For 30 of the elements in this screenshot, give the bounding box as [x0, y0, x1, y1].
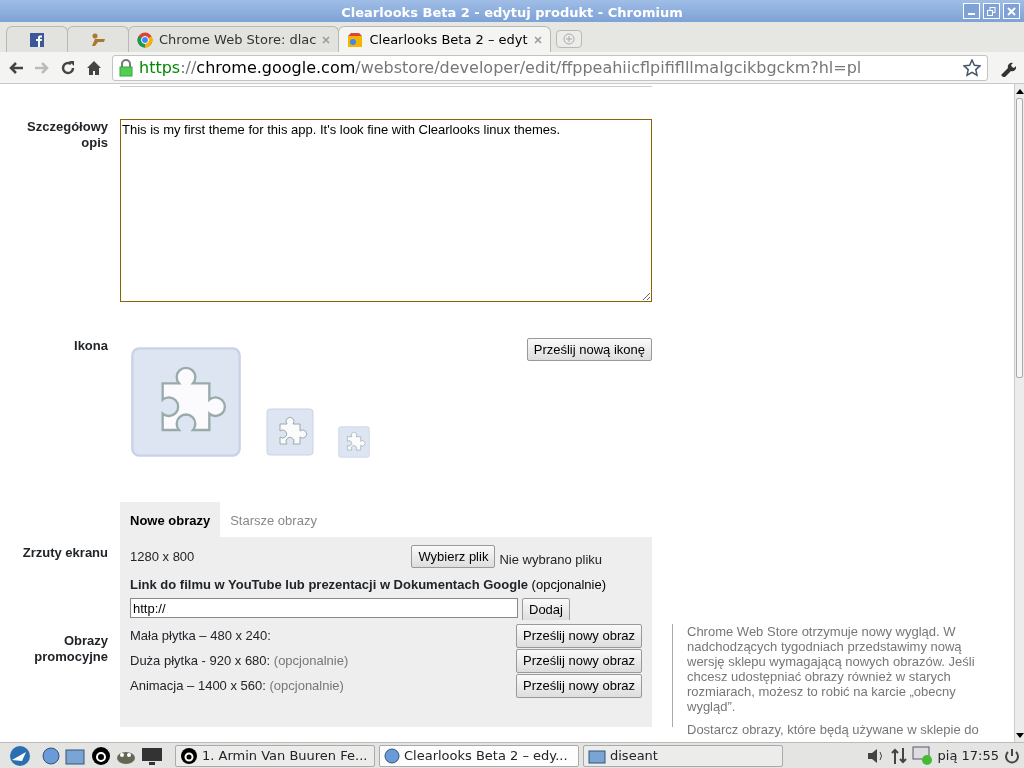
promo-size-text: Animacja – 1400 x 560: (opcjonalnie) — [130, 677, 344, 696]
browser-tab[interactable]: Clearlooks Beta 2 – edyt — [338, 26, 551, 52]
field-label: Ikona — [73, 337, 108, 355]
upload-image-button[interactable]: Prześlij nowy obraz — [516, 649, 642, 673]
url-text: https://chrome.google.com/webstore/developer/edit/ffppeahiicflpififlllmalgcikbgckm?hl=pl — [139, 56, 863, 79]
note-paragraph: Dostarcz obrazy, które będą używane w sklepie do — [687, 721, 980, 737]
taskbar-task[interactable]: diseant — [583, 744, 783, 767]
field-label: Zrzuty ekranu — [21, 543, 108, 562]
size-text: 1280 x 800 — [130, 547, 195, 566]
video-url-field[interactable]: http:// — [130, 598, 518, 618]
note-paragraph: Chrome Web Store otrzymuje nowy wygląd. W nadchodzących tygodniach przedstawimy nową wersję sklepu wymagającą nowych obrazów. Jeśli chcesz udostępniać obrazy również w starych rozmiarach, możesz to robić na karcie „obecny wygląd”. — [687, 623, 976, 714]
address-bar[interactable]: https://chrome.google.com/webstore/developer/edit/ffppeahiicflpififlllmalgcikbgckm?hl=pl — [112, 54, 988, 81]
browser-tab[interactable]: Chrome Web Store: dlac — [128, 26, 340, 52]
upload-image-button[interactable]: Prześlij nowy obraz — [516, 674, 642, 698]
description-field[interactable]: This is my first theme for this app. It's look fine with Clearlooks linux themes. — [120, 119, 652, 302]
taskbar-task[interactable]: 1. Armin Van Buuren Fe... — [175, 744, 375, 767]
file-status: Nie wybrano pliku — [499, 550, 602, 569]
upload-icon-button[interactable]: Prześlij nową ikonę — [526, 337, 652, 361]
field-label: Obrazy promocyjne — [33, 631, 108, 666]
field-label: Szczegółowy opis — [26, 119, 108, 152]
upload-image-button[interactable]: Prześlij nowy obraz — [516, 624, 642, 648]
add-button[interactable]: Dodaj — [522, 598, 570, 622]
choose-file-button[interactable]: Wybierz plik — [411, 544, 496, 569]
clock: pią 17:55 — [937, 746, 999, 765]
image-tab[interactable]: Nowe obrazy — [120, 501, 221, 537]
window-title: Clearlooks Beta 2 - edytuj produkt - Chromium — [341, 4, 683, 22]
promo-size-text: Mała płytka – 480 x 240: — [130, 627, 271, 646]
promo-size-text: Duża płytka - 920 x 680: (opcjonalnie) — [130, 652, 349, 671]
video-label: Link do filmu w YouTube lub prezentacji w Dokumentach Google (opcjonalnie) — [130, 575, 608, 594]
taskbar-task[interactable]: Clearlooks Beta 2 – edy... — [379, 744, 579, 767]
